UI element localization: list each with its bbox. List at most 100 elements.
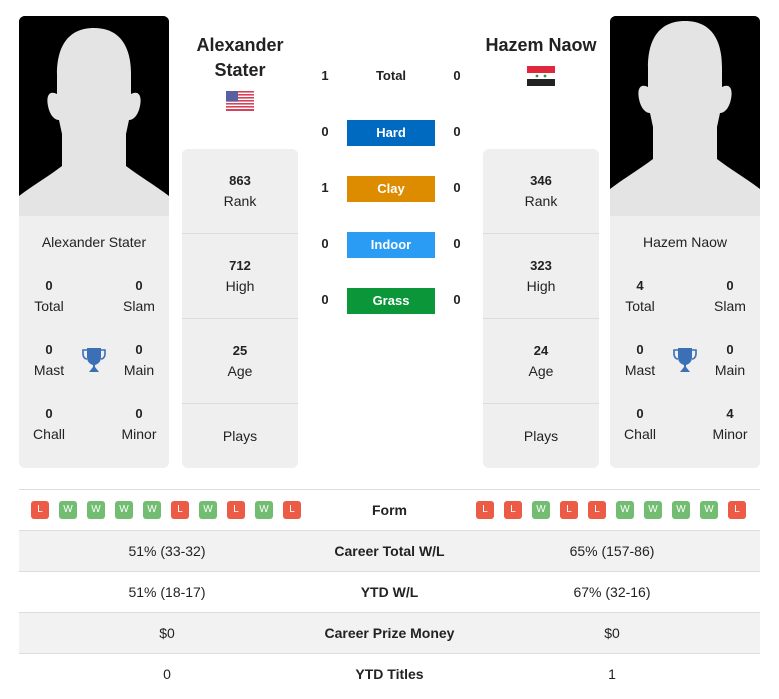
form-win-badge[interactable]: W	[143, 501, 161, 519]
form-loss-badge[interactable]: L	[588, 501, 606, 519]
plays-label: Plays	[222, 428, 258, 444]
us-flag-icon	[226, 91, 254, 111]
form-loss-badge[interactable]: L	[476, 501, 494, 519]
rank-value: 863	[229, 173, 251, 188]
player2-name: Hazem Naow	[642, 234, 728, 250]
form-win-badge[interactable]: W	[616, 501, 634, 519]
player2-titles-card: Hazem Naow 4 Total 0 Slam 0 Mast 0 Main …	[610, 216, 760, 468]
h2h-indoor-p2: 0	[453, 236, 461, 251]
player2-high: 323 High	[483, 234, 599, 319]
stat-value: 0	[636, 406, 644, 421]
player1-total-titles: 0 Total	[19, 276, 79, 316]
h2h-total-p1: 1	[321, 68, 329, 83]
player1-slam-titles: 0 Slam	[109, 276, 169, 316]
high-label: High	[526, 278, 556, 294]
stat-value: 0	[45, 406, 53, 421]
rank-label: Rank	[524, 193, 558, 209]
plays-label: Plays	[523, 428, 559, 444]
h2h-hard-p1: 0	[321, 124, 329, 139]
form-loss-badge[interactable]: L	[728, 501, 746, 519]
player1-rank: 863 Rank	[182, 149, 298, 234]
form-win-badge[interactable]: W	[199, 501, 217, 519]
h2h-clay-p1: 1	[321, 180, 329, 195]
stat-label: Minor	[121, 426, 157, 442]
form-loss-badge[interactable]: L	[283, 501, 301, 519]
name-line: Hazem Naow	[485, 35, 597, 55]
player1-high: 712 High	[182, 234, 298, 319]
form-win-badge[interactable]: W	[644, 501, 662, 519]
player2-plays: Plays	[483, 404, 599, 468]
player1-value: 51% (18-17)	[128, 584, 206, 600]
high-value: 712	[229, 258, 251, 273]
form-win-badge[interactable]: W	[255, 501, 273, 519]
player1-main-titles: 0 Main	[109, 340, 169, 380]
player2-slam-titles: 0 Slam	[700, 276, 760, 316]
stat-label: Total	[34, 298, 64, 314]
form-loss-badge[interactable]: L	[31, 501, 49, 519]
player2-chall-titles: 0 Chall	[610, 404, 670, 444]
stat-label: Slam	[714, 298, 746, 314]
form-loss-badge[interactable]: L	[504, 501, 522, 519]
player1-form: LWWWWLWLWL	[19, 501, 315, 519]
player1-value: $0	[159, 625, 175, 641]
stat-label: Minor	[712, 426, 748, 442]
h2h-hard-p2: 0	[453, 124, 461, 139]
player2-rank: 346 Rank	[483, 149, 599, 234]
player2-form-badges: LLWLLWWWWL	[464, 501, 760, 519]
h2h-grass-p2: 0	[453, 292, 461, 307]
stat-value: 0	[726, 342, 734, 357]
player1-plays: Plays	[182, 404, 298, 468]
stat-value: 0	[636, 342, 644, 357]
form-loss-badge[interactable]: L	[560, 501, 578, 519]
form-win-badge[interactable]: W	[59, 501, 77, 519]
stat-value: 0	[135, 342, 143, 357]
player1-value: 51% (33-32)	[128, 543, 206, 559]
player2-value: 65% (157-86)	[569, 543, 655, 559]
h2h-total-label: Total	[375, 68, 407, 83]
player2-rank-card: 346 Rank 323 High 24 Age Plays	[483, 149, 599, 468]
player2-form: LLWLLWWWWL	[464, 501, 760, 519]
table-row: 0 YTD Titles 1	[19, 653, 760, 694]
stat-value: 0	[135, 278, 143, 293]
stat-label: Total	[625, 298, 655, 314]
row-label: Career Total W/L	[334, 543, 445, 559]
form-win-badge[interactable]: W	[87, 501, 105, 519]
form-win-badge[interactable]: W	[672, 501, 690, 519]
form-win-badge[interactable]: W	[532, 501, 550, 519]
stat-label: Main	[714, 362, 746, 378]
stat-label: Main	[123, 362, 155, 378]
table-row: $0 Career Prize Money $0	[19, 612, 760, 653]
stat-value: 4	[726, 406, 734, 421]
h2h-clay-p2: 0	[453, 180, 461, 195]
player1-age: 25 Age	[182, 319, 298, 404]
player2-value: 67% (32-16)	[573, 584, 651, 600]
form-win-badge[interactable]: W	[115, 501, 133, 519]
player1-mast-titles: 0 Mast	[19, 340, 79, 380]
trophy-icon	[673, 348, 697, 372]
player1-titles-card: Alexander Stater 0 Total 0 Slam 0 Mast 0…	[19, 216, 169, 468]
player2-main-titles: 0 Main	[700, 340, 760, 380]
player1-minor-titles: 0 Minor	[109, 404, 169, 444]
form-row: LWWWWLWLWL Form LLWLLWWWWL	[19, 489, 760, 530]
form-loss-badge[interactable]: L	[227, 501, 245, 519]
age-value: 25	[232, 343, 248, 358]
surface-grass-button[interactable]: Grass	[347, 288, 435, 314]
player1-header-name[interactable]: Alexander Stater	[175, 33, 305, 83]
player2-mast-titles: 0 Mast	[610, 340, 670, 380]
form-win-badge[interactable]: W	[700, 501, 718, 519]
h2h-indoor-p1: 0	[321, 236, 329, 251]
age-value: 24	[533, 343, 549, 358]
player2-minor-titles: 4 Minor	[700, 404, 760, 444]
player1-form-badges: LWWWWLWLWL	[19, 501, 315, 519]
player2-header-name[interactable]: Hazem Naow	[476, 33, 606, 58]
h2h-grass-p1: 0	[321, 292, 329, 307]
surface-indoor-button[interactable]: Indoor	[347, 232, 435, 258]
player2-total-titles: 4 Total	[610, 276, 670, 316]
rank-label: Rank	[223, 193, 257, 209]
form-loss-badge[interactable]: L	[171, 501, 189, 519]
player-silhouette-icon	[610, 16, 760, 216]
surface-clay-button[interactable]: Clay	[347, 176, 435, 202]
surface-hard-button[interactable]: Hard	[347, 120, 435, 146]
trophy-icon	[82, 348, 106, 372]
player2-age: 24 Age	[483, 319, 599, 404]
